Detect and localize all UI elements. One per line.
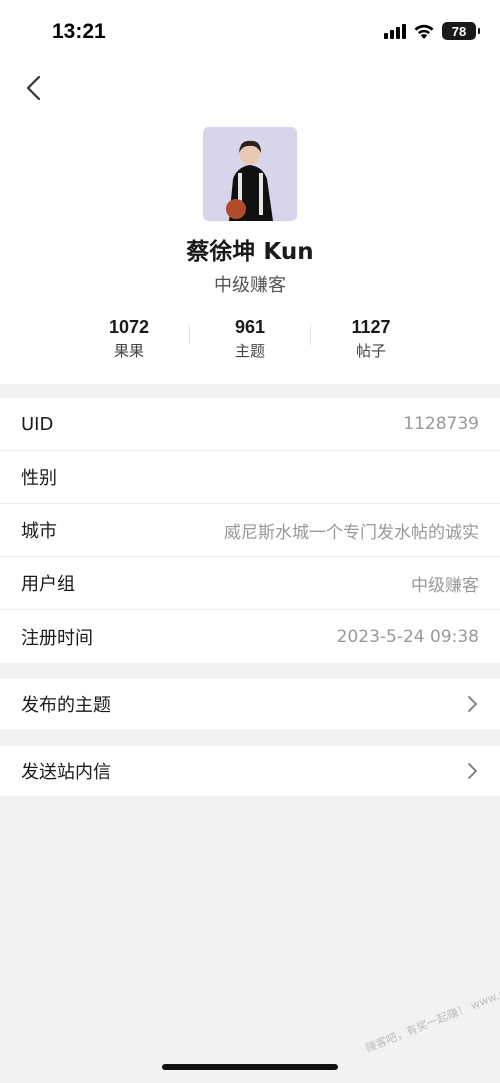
info-label: 城市 xyxy=(21,521,57,542)
published-topics-button[interactable]: 发布的主题 xyxy=(0,679,500,729)
stat-topics[interactable]: 961 主题 xyxy=(190,317,310,361)
back-button[interactable] xyxy=(20,72,50,104)
chevron-right-icon xyxy=(468,696,477,712)
published-topics-label: 发布的主题 xyxy=(21,695,111,716)
stat-posts-label: 帖子 xyxy=(355,342,386,360)
home-indicator[interactable] xyxy=(162,1064,338,1070)
info-label: 性别 xyxy=(21,468,57,489)
stat-posts[interactable]: 1127 帖子 xyxy=(311,317,431,361)
info-row-uid: UID 1128739 xyxy=(0,398,500,451)
stat-posts-value: 1127 xyxy=(351,317,391,337)
profile-name: 蔡徐坤 Kun xyxy=(186,239,314,265)
send-message-button[interactable]: 发送站内信 xyxy=(0,746,500,796)
chevron-right-icon xyxy=(468,763,477,779)
profile-level: 中级赚客 xyxy=(214,275,286,296)
info-list: UID 1128739 性别 城市 威尼斯水城一个专门发水帖的诚实 用户组 中级… xyxy=(0,398,500,663)
published-topics-section: 发布的主题 xyxy=(0,679,500,729)
stat-points[interactable]: 1072 果果 xyxy=(69,317,189,361)
info-row-gender: 性别 xyxy=(0,451,500,504)
status-time: 13:21 xyxy=(52,20,106,43)
stat-points-value: 1072 xyxy=(108,317,150,337)
info-value: 中级赚客 xyxy=(411,575,479,596)
watermark: 赚客吧，有奖一起赚！ www.zuanke8.com xyxy=(363,961,500,1055)
info-row-register-time: 注册时间 2023-5-24 09:38 xyxy=(0,610,500,663)
stat-topics-label: 主题 xyxy=(234,342,265,360)
info-row-user-group: 用户组 中级赚客 xyxy=(0,557,500,610)
status-bar: 13:21 78 xyxy=(0,0,500,64)
info-label: 注册时间 xyxy=(21,627,93,649)
info-value: 威尼斯水城一个专门发水帖的诚实 xyxy=(224,522,479,543)
send-message-section: 发送站内信 xyxy=(0,746,500,796)
info-value: 1128739 xyxy=(403,414,479,434)
cellular-signal-icon xyxy=(384,23,406,39)
info-label: 用户组 xyxy=(21,574,75,595)
info-value: 2023-5-24 09:38 xyxy=(336,626,479,647)
battery-icon: 78 xyxy=(442,22,480,40)
avatar[interactable] xyxy=(203,127,297,221)
send-message-label: 发送站内信 xyxy=(21,762,111,783)
wifi-icon xyxy=(414,24,434,39)
status-icons: 78 xyxy=(384,22,480,40)
avatar-image xyxy=(203,127,297,221)
stat-points-label: 果果 xyxy=(113,342,144,360)
profile-header: 13:21 78 蔡徐坤 Kun 中级赚客 1072 果果 961 主题 112… xyxy=(0,0,500,384)
profile-stats: 1072 果果 961 主题 1127 帖子 xyxy=(0,317,500,361)
info-row-city: 城市 威尼斯水城一个专门发水帖的诚实 xyxy=(0,504,500,557)
stat-topics-value: 961 xyxy=(234,317,266,337)
info-label: UID xyxy=(21,413,54,435)
